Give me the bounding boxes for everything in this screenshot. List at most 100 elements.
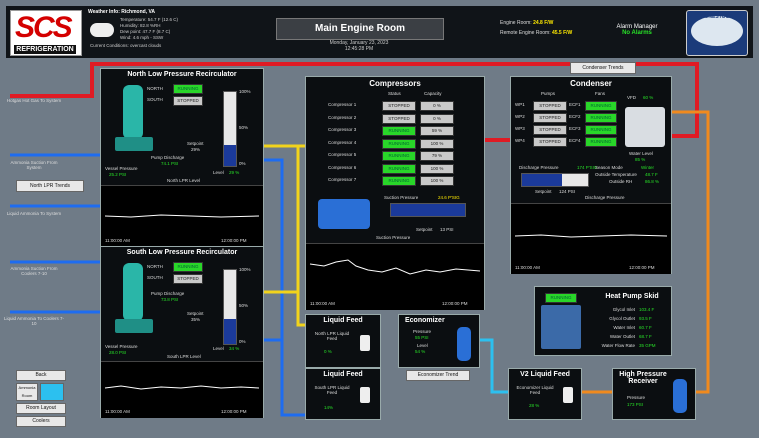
vessel-pressure-value: 25.2 PSI xyxy=(109,172,127,177)
level-bar-fill xyxy=(224,318,236,344)
compressors-panel: Compressors Status Capacity Compressor 1… xyxy=(305,76,485,310)
heat-pump-title: Heat Pump Skid xyxy=(605,293,659,300)
fan-name: ECF2 xyxy=(569,114,581,119)
trend-axis-left: 11:00:00 AM xyxy=(105,409,130,414)
time-line: 12:45:28 PM xyxy=(344,46,374,52)
hp-reading-value: 68.7 F xyxy=(639,334,652,339)
pressure-label: Pressure xyxy=(413,329,432,334)
liquid-label-1: Liquid Ammonia To System xyxy=(6,211,62,216)
trend-icon[interactable] xyxy=(40,383,64,401)
scs-logo: SCS REFRIGERATION xyxy=(10,10,82,56)
liquid-feed-value: 14% xyxy=(324,405,334,410)
pump-discharge-label: Pump Discharge xyxy=(151,291,185,296)
economizer-vessel-icon xyxy=(457,327,471,361)
condenser-trends-button[interactable]: Condenser Trends xyxy=(570,62,636,74)
fan-status: RUNNING xyxy=(585,125,617,135)
fan-name: ECF1 xyxy=(569,102,581,107)
pump-discharge-value: 74.1 PSI xyxy=(161,161,179,166)
compressor-status: RUNNING xyxy=(382,151,416,161)
outside-rh-label: Outside RH xyxy=(609,179,633,184)
compressor-name: Compressor 7 xyxy=(328,177,357,182)
outside-temp-label: Outside Temperature xyxy=(595,172,637,177)
level-label: Level xyxy=(213,170,224,175)
discharge-label: Discharge Pressure xyxy=(519,165,559,170)
north-lpr-panel: North Low Pressure Recirculator NORTH RU… xyxy=(100,68,264,248)
heat-pump-panel: RUNNING Heat Pump Skid Glycol Inlet 103.4… xyxy=(534,286,672,356)
compressor-status: RUNNING xyxy=(382,176,416,186)
weather-line: Current Conditions: overcast clouds xyxy=(90,43,162,48)
engine-room-label: Engine Room: xyxy=(500,20,532,26)
north-level-trend[interactable]: 11:00:00 AM 12:00:00 PM xyxy=(101,185,263,248)
water-level-value: 85 % xyxy=(635,157,646,162)
v2-feed-value: 28 % xyxy=(529,403,540,408)
ammonia-room-button[interactable]: Ammonia Room xyxy=(16,383,38,401)
compressor-status: STOPPED xyxy=(382,101,416,111)
weather-line: Dew point: 47.7 F (8.7 C) xyxy=(120,29,171,34)
compressors-title: Compressors xyxy=(369,79,421,88)
economizer-trend-button[interactable]: Economizer Trend xyxy=(406,370,470,381)
setpoint-label: Setpoint xyxy=(416,227,433,232)
trend-label: North LPR Level xyxy=(167,178,201,183)
page-title: Main Engine Room xyxy=(276,18,444,40)
pump-status: STOPPED xyxy=(533,137,567,147)
compressor-capacity: 0 % xyxy=(420,101,454,111)
alarm-manager[interactable]: Alarm Manager No Alarms xyxy=(602,24,672,36)
compressor-status: RUNNING xyxy=(382,163,416,174)
pump-icon xyxy=(115,137,153,151)
north-pump-label: NORTH xyxy=(147,264,163,269)
level-bar xyxy=(223,269,237,345)
room-layout-button[interactable]: Room Layout xyxy=(16,403,66,414)
hp-reading-label: Water Inlet xyxy=(613,325,635,330)
vfd-value: 60 % xyxy=(643,95,654,100)
outside-temp-value: 48.7 F xyxy=(645,172,658,177)
compressor-status: RUNNING xyxy=(382,138,416,149)
north-lpr-trends-button[interactable]: North LPR Trends xyxy=(16,180,84,192)
vessel-pressure-label: Vessel Pressure xyxy=(105,166,138,171)
logo-text: SCS xyxy=(15,11,73,44)
condenser-panel: Condenser Pumps Fans VFD 60 % WP1 STOPPED… xyxy=(510,76,672,274)
compressor-icon xyxy=(318,199,370,229)
capacity-header: Capacity xyxy=(424,91,442,96)
north-pump-status: RUNNING xyxy=(173,84,203,94)
partner-logo-badge xyxy=(691,16,743,46)
partner-logo-text: CONESTOGA xyxy=(700,14,734,20)
liquid-feed-title: Liquid Feed xyxy=(323,317,363,324)
suction-pressure-trend[interactable]: 11:00:00 AM 12:00:00 PM xyxy=(306,243,484,310)
liquid-feed-pipe-3 xyxy=(296,292,305,327)
hp-reading-label: Water Outlet xyxy=(609,334,635,339)
season-label: Season Mode xyxy=(595,165,623,170)
cooling-tower-icon xyxy=(625,107,665,147)
south-lpr-panel: South Low Pressure Recirculator NORTH RU… xyxy=(100,246,264,418)
hp-reading-value: 103.4 F xyxy=(639,307,655,312)
discharge-pressure-trend[interactable]: 11:00:00 AM 12:00:00 PM xyxy=(511,203,671,274)
compressor-capacity: 100 % xyxy=(420,176,454,186)
liquid-feed-pipe-2 xyxy=(262,146,300,294)
pump-name: WP3 xyxy=(515,126,525,131)
vessel-icon xyxy=(123,85,143,139)
compressor-name: Compressor 4 xyxy=(328,139,357,145)
south-liquid-feed-panel: Liquid Feed South LPR Liquid Feed 14% xyxy=(305,368,381,420)
fans-header: Fans xyxy=(595,91,606,96)
fan-name: ECF4 xyxy=(569,138,581,143)
valve-icon xyxy=(360,387,370,403)
coolers-button[interactable]: Coolers xyxy=(16,416,66,427)
south-pump-label: SOUTH xyxy=(147,97,163,102)
pump-discharge-label: Pump Discharge xyxy=(151,155,185,160)
scale-top: 100% xyxy=(239,267,251,272)
scale-bottom: 0% xyxy=(239,339,246,344)
season-value: Winter xyxy=(641,165,655,170)
compressor-name: Compressor 3 xyxy=(328,127,357,132)
liquid-feed-label: South LPR Liquid Feed xyxy=(314,385,350,395)
back-button[interactable]: Back xyxy=(16,370,66,381)
trend-axis-right: 12:00:00 PM xyxy=(629,265,655,270)
hp-reading-label: Glycol Outlet xyxy=(609,316,635,321)
compressor-capacity: 0 % xyxy=(420,113,454,124)
vfd-label: VFD xyxy=(627,95,636,100)
trend-chart xyxy=(514,234,668,238)
compressor-name: Compressor 6 xyxy=(328,164,357,170)
fan-status: RUNNING xyxy=(585,101,617,111)
hpr-panel: High Pressure Receiver Pressure 173 PSI xyxy=(612,368,696,420)
south-level-trend[interactable]: 11:00:00 AM 12:00:00 PM xyxy=(101,361,263,418)
level-value: 29 % xyxy=(229,170,240,175)
north-liquid-feed-panel: Liquid Feed North LPR Liquid Feed 0 % xyxy=(305,314,381,368)
